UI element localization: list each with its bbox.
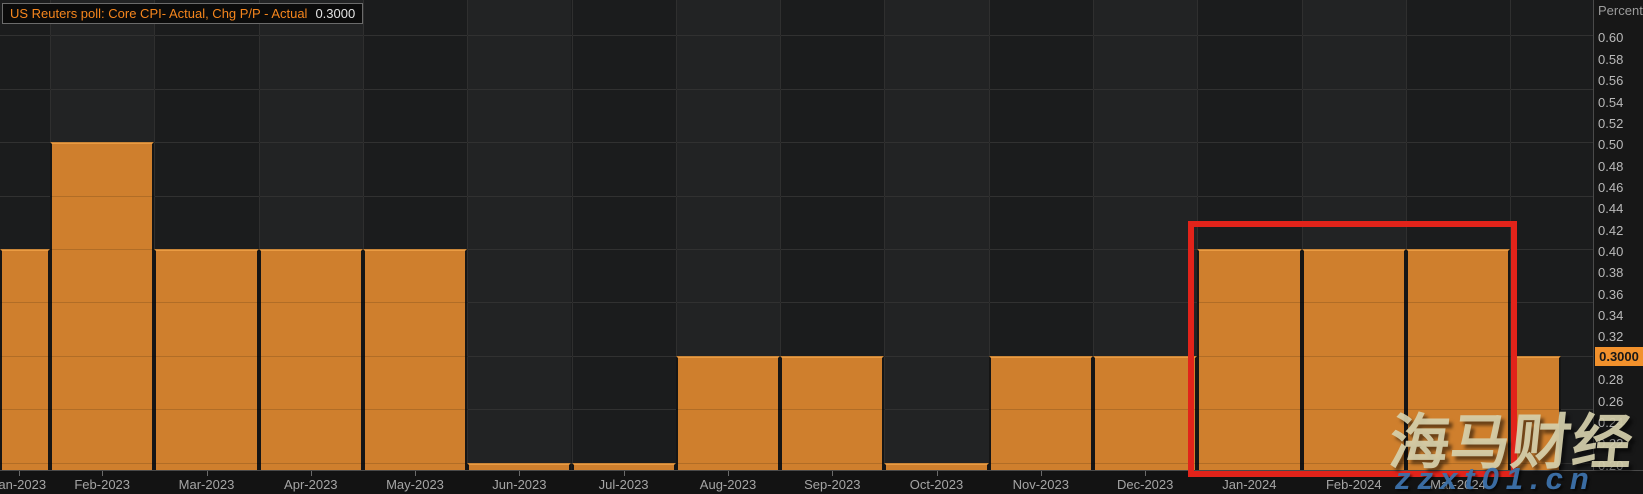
bar-Jun-2023[interactable]	[467, 463, 571, 470]
x-tick-label: Jan-2024	[1189, 476, 1309, 493]
v-gridline	[884, 0, 885, 470]
h-gridline-overlay	[0, 142, 1593, 143]
bar-Oct-2023[interactable]	[884, 463, 988, 470]
month-band	[467, 0, 571, 470]
y-tick-label: 0.48	[1598, 159, 1642, 175]
x-tick-label: Jul-2023	[564, 476, 684, 493]
bar-Jan-2023[interactable]	[0, 249, 50, 470]
bar-Mar-2023[interactable]	[154, 249, 258, 470]
y-tick-label: 0.34	[1598, 308, 1642, 324]
v-gridline	[572, 0, 573, 470]
watermark-url: zzxt01.cn	[1395, 461, 1596, 494]
y-tick-label: 0.46	[1598, 180, 1642, 196]
last-value-axis-marker: 0.3000	[1595, 347, 1643, 366]
x-tick-label: Oct-2023	[877, 476, 997, 493]
bar-Aug-2023[interactable]	[676, 356, 780, 470]
y-tick-label: 0.54	[1598, 95, 1642, 111]
bar-Dec-2023[interactable]	[1093, 356, 1197, 470]
x-tick-label: Apr-2023	[251, 476, 371, 493]
x-tick-label: Aug-2023	[668, 476, 788, 493]
series-label: US Reuters poll: Core CPI- Actual, Chg P…	[10, 6, 307, 21]
chart-legend[interactable]: US Reuters poll: Core CPI- Actual, Chg P…	[2, 3, 363, 24]
chart-root: Percent 0.3000 0.60 0.58 0.56 0.54 0.52 0.50 0…	[0, 0, 1643, 494]
y-axis-unit-label: Percent	[1598, 3, 1643, 18]
x-tick-label: Feb-2023	[42, 476, 162, 493]
bar-Apr-2023[interactable]	[259, 249, 363, 470]
bar-Nov-2023[interactable]	[989, 356, 1093, 470]
y-tick-label: 0.28	[1598, 372, 1642, 388]
x-tick-label: Nov-2023	[981, 476, 1101, 493]
x-tick-label: Sep-2023	[772, 476, 892, 493]
month-band	[884, 0, 988, 470]
x-tick-label: Dec-2023	[1085, 476, 1205, 493]
y-tick-label: 0.32	[1598, 329, 1642, 345]
y-tick-label: 0.52	[1598, 116, 1642, 132]
bar-Feb-2023[interactable]	[50, 142, 154, 470]
y-tick-label: 0.50	[1598, 137, 1642, 153]
y-tick-label: 0.60	[1598, 30, 1642, 46]
x-tick-label: Mar-2023	[147, 476, 267, 493]
series-last-value: 0.3000	[315, 6, 355, 21]
bar-May-2023[interactable]	[363, 249, 467, 470]
bar-Sep-2023[interactable]	[780, 356, 884, 470]
h-gridline-overlay	[0, 89, 1593, 90]
y-tick-label: 0.44	[1598, 201, 1642, 217]
v-gridline	[467, 0, 468, 470]
x-tick-label: May-2023	[355, 476, 475, 493]
y-tick-label: 0.40	[1598, 244, 1642, 260]
y-tick-label: 0.58	[1598, 52, 1642, 68]
h-gridline-overlay	[0, 35, 1593, 36]
y-tick-label: 0.36	[1598, 287, 1642, 303]
y-tick-label: 0.56	[1598, 73, 1642, 89]
y-tick-label: 0.38	[1598, 265, 1642, 281]
y-tick-label: 0.42	[1598, 223, 1642, 239]
bar-Jul-2023[interactable]	[572, 463, 676, 470]
h-gridline-overlay	[0, 196, 1593, 197]
x-tick-label: Jun-2023	[459, 476, 579, 493]
